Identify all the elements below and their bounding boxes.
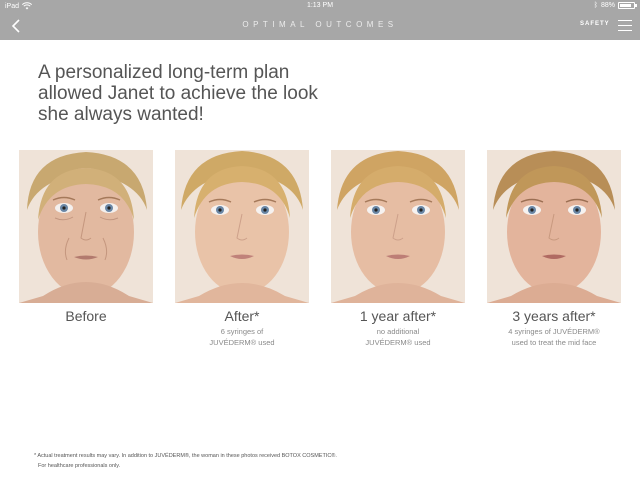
caption-before: Before [11, 308, 161, 324]
three-years-after-photo [487, 150, 621, 303]
battery-icon [618, 2, 637, 9]
caption-note-line2: used to treat the mid face [511, 338, 597, 347]
caption-note-line2: JUVÉDERM® used [209, 338, 275, 347]
one-year-after-photo [331, 150, 465, 303]
bluetooth-icon: ᛒ [593, 2, 598, 9]
nav-bar: OPTIMAL OUTCOMES SAFETY [0, 13, 640, 40]
footnote-audience: For healthcare professionals only. [38, 463, 121, 469]
caption-after: After* 6 syringes of JUVÉDERM® used [167, 308, 317, 348]
caption-note-line1: 6 syringes of [220, 327, 264, 336]
hamburger-menu-icon[interactable] [618, 20, 632, 32]
safety-button[interactable]: SAFETY [580, 21, 610, 27]
status-bar: iPad 1:13 PM ᛒ 88% [0, 0, 640, 13]
footnote: * Actual treatment results may vary. In … [34, 451, 534, 471]
before-photo [19, 150, 153, 303]
status-time: 1:13 PM [306, 2, 334, 9]
nav-title: OPTIMAL OUTCOMES [242, 20, 398, 29]
battery-fill [620, 4, 631, 7]
caption-title: Before [65, 308, 107, 324]
caption-note-line1: 4 syringes of JUVÉDERM® [508, 327, 600, 336]
caption-title: 3 years after* [512, 308, 596, 324]
footnote-disclaimer: * Actual treatment results may vary. In … [34, 453, 337, 459]
battery-percent: 88% [600, 2, 615, 9]
after-photo [175, 150, 309, 303]
page-headline: A personalized long-term plan allowed Ja… [38, 62, 318, 125]
caption-title: After* [224, 308, 260, 324]
screen: iPad 1:13 PM ᛒ 88% OPTIMAL OUTCOMES SAFE… [0, 0, 640, 480]
caption-note-line1: no additional [376, 327, 420, 336]
caption-one-year-after: 1 year after* no additional JUVÉDERM® us… [323, 308, 473, 348]
caption-three-years-after: 3 years after* 4 syringes of JUVÉDERM® u… [479, 308, 629, 348]
caption-title: 1 year after* [359, 308, 437, 324]
caption-note-line2: JUVÉDERM® used [365, 338, 431, 347]
